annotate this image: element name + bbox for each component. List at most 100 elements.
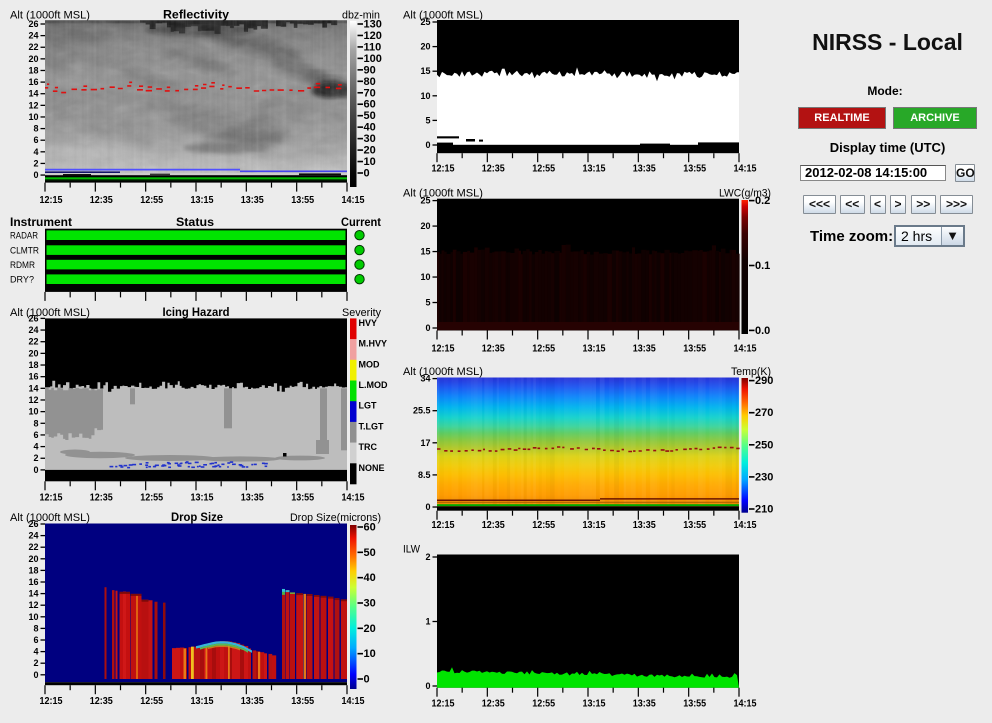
svg-text:20: 20 [420, 221, 430, 231]
svg-text:20: 20 [28, 554, 38, 564]
svg-text:12:35: 12:35 [482, 699, 505, 710]
svg-text:12:55: 12:55 [532, 520, 555, 531]
svg-text:12:15: 12:15 [40, 195, 63, 206]
svg-text:250: 250 [755, 439, 773, 451]
svg-text:Icing Hazard: Icing Hazard [163, 307, 230, 319]
svg-text:CLMTR: CLMTR [10, 246, 39, 256]
svg-text:12: 12 [28, 600, 38, 610]
svg-text:26: 26 [28, 19, 38, 29]
svg-text:13:35: 13:35 [241, 493, 264, 504]
svg-text:22: 22 [28, 542, 38, 552]
svg-text:18: 18 [28, 565, 38, 575]
svg-text:12:55: 12:55 [532, 699, 555, 710]
svg-text:M.HVY: M.HVY [359, 339, 388, 349]
svg-text:13:35: 13:35 [633, 699, 656, 710]
svg-text:8: 8 [33, 418, 38, 428]
svg-text:20: 20 [28, 54, 38, 64]
svg-text:13:55: 13:55 [683, 520, 706, 531]
svg-text:13:15: 13:15 [191, 195, 214, 206]
svg-text:10: 10 [28, 407, 38, 417]
svg-text:20: 20 [364, 623, 376, 635]
svg-text:50: 50 [364, 547, 376, 559]
svg-text:14:15: 14:15 [734, 699, 757, 710]
svg-text:4: 4 [33, 147, 38, 157]
svg-text:12: 12 [28, 395, 38, 405]
svg-text:12:15: 12:15 [432, 344, 455, 355]
svg-text:24: 24 [28, 531, 38, 541]
svg-text:MOD: MOD [359, 359, 380, 369]
svg-text:12:15: 12:15 [432, 520, 455, 531]
svg-text:12:15: 12:15 [40, 493, 63, 504]
svg-text:10: 10 [28, 112, 38, 122]
svg-text:110: 110 [364, 41, 382, 53]
svg-text:8: 8 [33, 124, 38, 134]
svg-text:15: 15 [420, 247, 430, 257]
svg-text:13:35: 13:35 [241, 696, 264, 707]
svg-text:14:15: 14:15 [734, 164, 757, 175]
svg-text:12:35: 12:35 [90, 493, 113, 504]
svg-text:60: 60 [364, 522, 376, 534]
svg-text:18: 18 [28, 66, 38, 76]
svg-text:5: 5 [425, 298, 430, 308]
svg-text:70: 70 [364, 87, 376, 99]
svg-text:L.MOD: L.MOD [359, 380, 388, 390]
svg-text:0.1: 0.1 [755, 260, 770, 272]
svg-text:50: 50 [364, 110, 376, 122]
svg-text:0: 0 [364, 674, 370, 686]
svg-text:14:15: 14:15 [342, 195, 365, 206]
svg-text:2: 2 [425, 552, 430, 562]
svg-text:8.5: 8.5 [418, 470, 431, 480]
svg-text:Alt (1000ft MSL): Alt (1000ft MSL) [10, 307, 90, 319]
svg-text:130: 130 [364, 19, 382, 31]
svg-text:13:55: 13:55 [683, 344, 706, 355]
svg-text:30: 30 [364, 133, 376, 145]
svg-text:Alt (1000ft MSL): Alt (1000ft MSL) [403, 366, 483, 378]
svg-text:22: 22 [28, 337, 38, 347]
svg-text:T.LGT: T.LGT [359, 421, 384, 431]
svg-text:12:35: 12:35 [482, 344, 505, 355]
svg-text:25: 25 [420, 196, 430, 206]
svg-text:13:15: 13:15 [583, 344, 606, 355]
svg-text:12:15: 12:15 [432, 699, 455, 710]
svg-text:2: 2 [33, 158, 38, 168]
svg-text:HVY: HVY [359, 318, 378, 328]
svg-text:12:35: 12:35 [90, 696, 113, 707]
svg-text:34: 34 [420, 374, 430, 384]
svg-text:0: 0 [425, 502, 430, 512]
svg-text:20: 20 [364, 145, 376, 157]
svg-text:0: 0 [33, 170, 38, 180]
svg-text:14: 14 [28, 589, 38, 599]
svg-text:26: 26 [28, 519, 38, 529]
svg-text:4: 4 [33, 442, 38, 452]
svg-text:24: 24 [28, 31, 38, 41]
svg-text:0: 0 [33, 465, 38, 475]
svg-text:Drop Size: Drop Size [171, 512, 223, 524]
svg-text:Alt (1000ft MSL): Alt (1000ft MSL) [10, 10, 90, 22]
svg-text:290: 290 [755, 375, 773, 387]
svg-text:0: 0 [33, 670, 38, 680]
svg-text:1: 1 [425, 617, 430, 627]
svg-text:Reflectivity: Reflectivity [163, 10, 230, 22]
svg-text:12:15: 12:15 [432, 164, 455, 175]
svg-text:0: 0 [425, 323, 430, 333]
svg-text:13:15: 13:15 [583, 164, 606, 175]
svg-text:10: 10 [420, 91, 430, 101]
svg-text:0: 0 [425, 140, 430, 150]
svg-text:13:15: 13:15 [191, 696, 214, 707]
svg-text:12:55: 12:55 [140, 493, 163, 504]
svg-text:Alt (1000ft MSL): Alt (1000ft MSL) [10, 512, 90, 524]
svg-text:25.5: 25.5 [413, 406, 431, 416]
svg-text:13:55: 13:55 [291, 195, 314, 206]
svg-text:14: 14 [28, 89, 38, 99]
svg-text:17: 17 [420, 438, 430, 448]
svg-text:6: 6 [33, 635, 38, 645]
svg-text:0: 0 [425, 681, 430, 691]
svg-text:0: 0 [364, 168, 370, 180]
svg-text:40: 40 [364, 122, 376, 134]
svg-text:270: 270 [755, 407, 773, 419]
svg-text:12:35: 12:35 [90, 195, 113, 206]
svg-text:12:55: 12:55 [532, 164, 555, 175]
svg-text:13:35: 13:35 [241, 195, 264, 206]
svg-text:16: 16 [28, 77, 38, 87]
svg-text:14: 14 [28, 383, 38, 393]
